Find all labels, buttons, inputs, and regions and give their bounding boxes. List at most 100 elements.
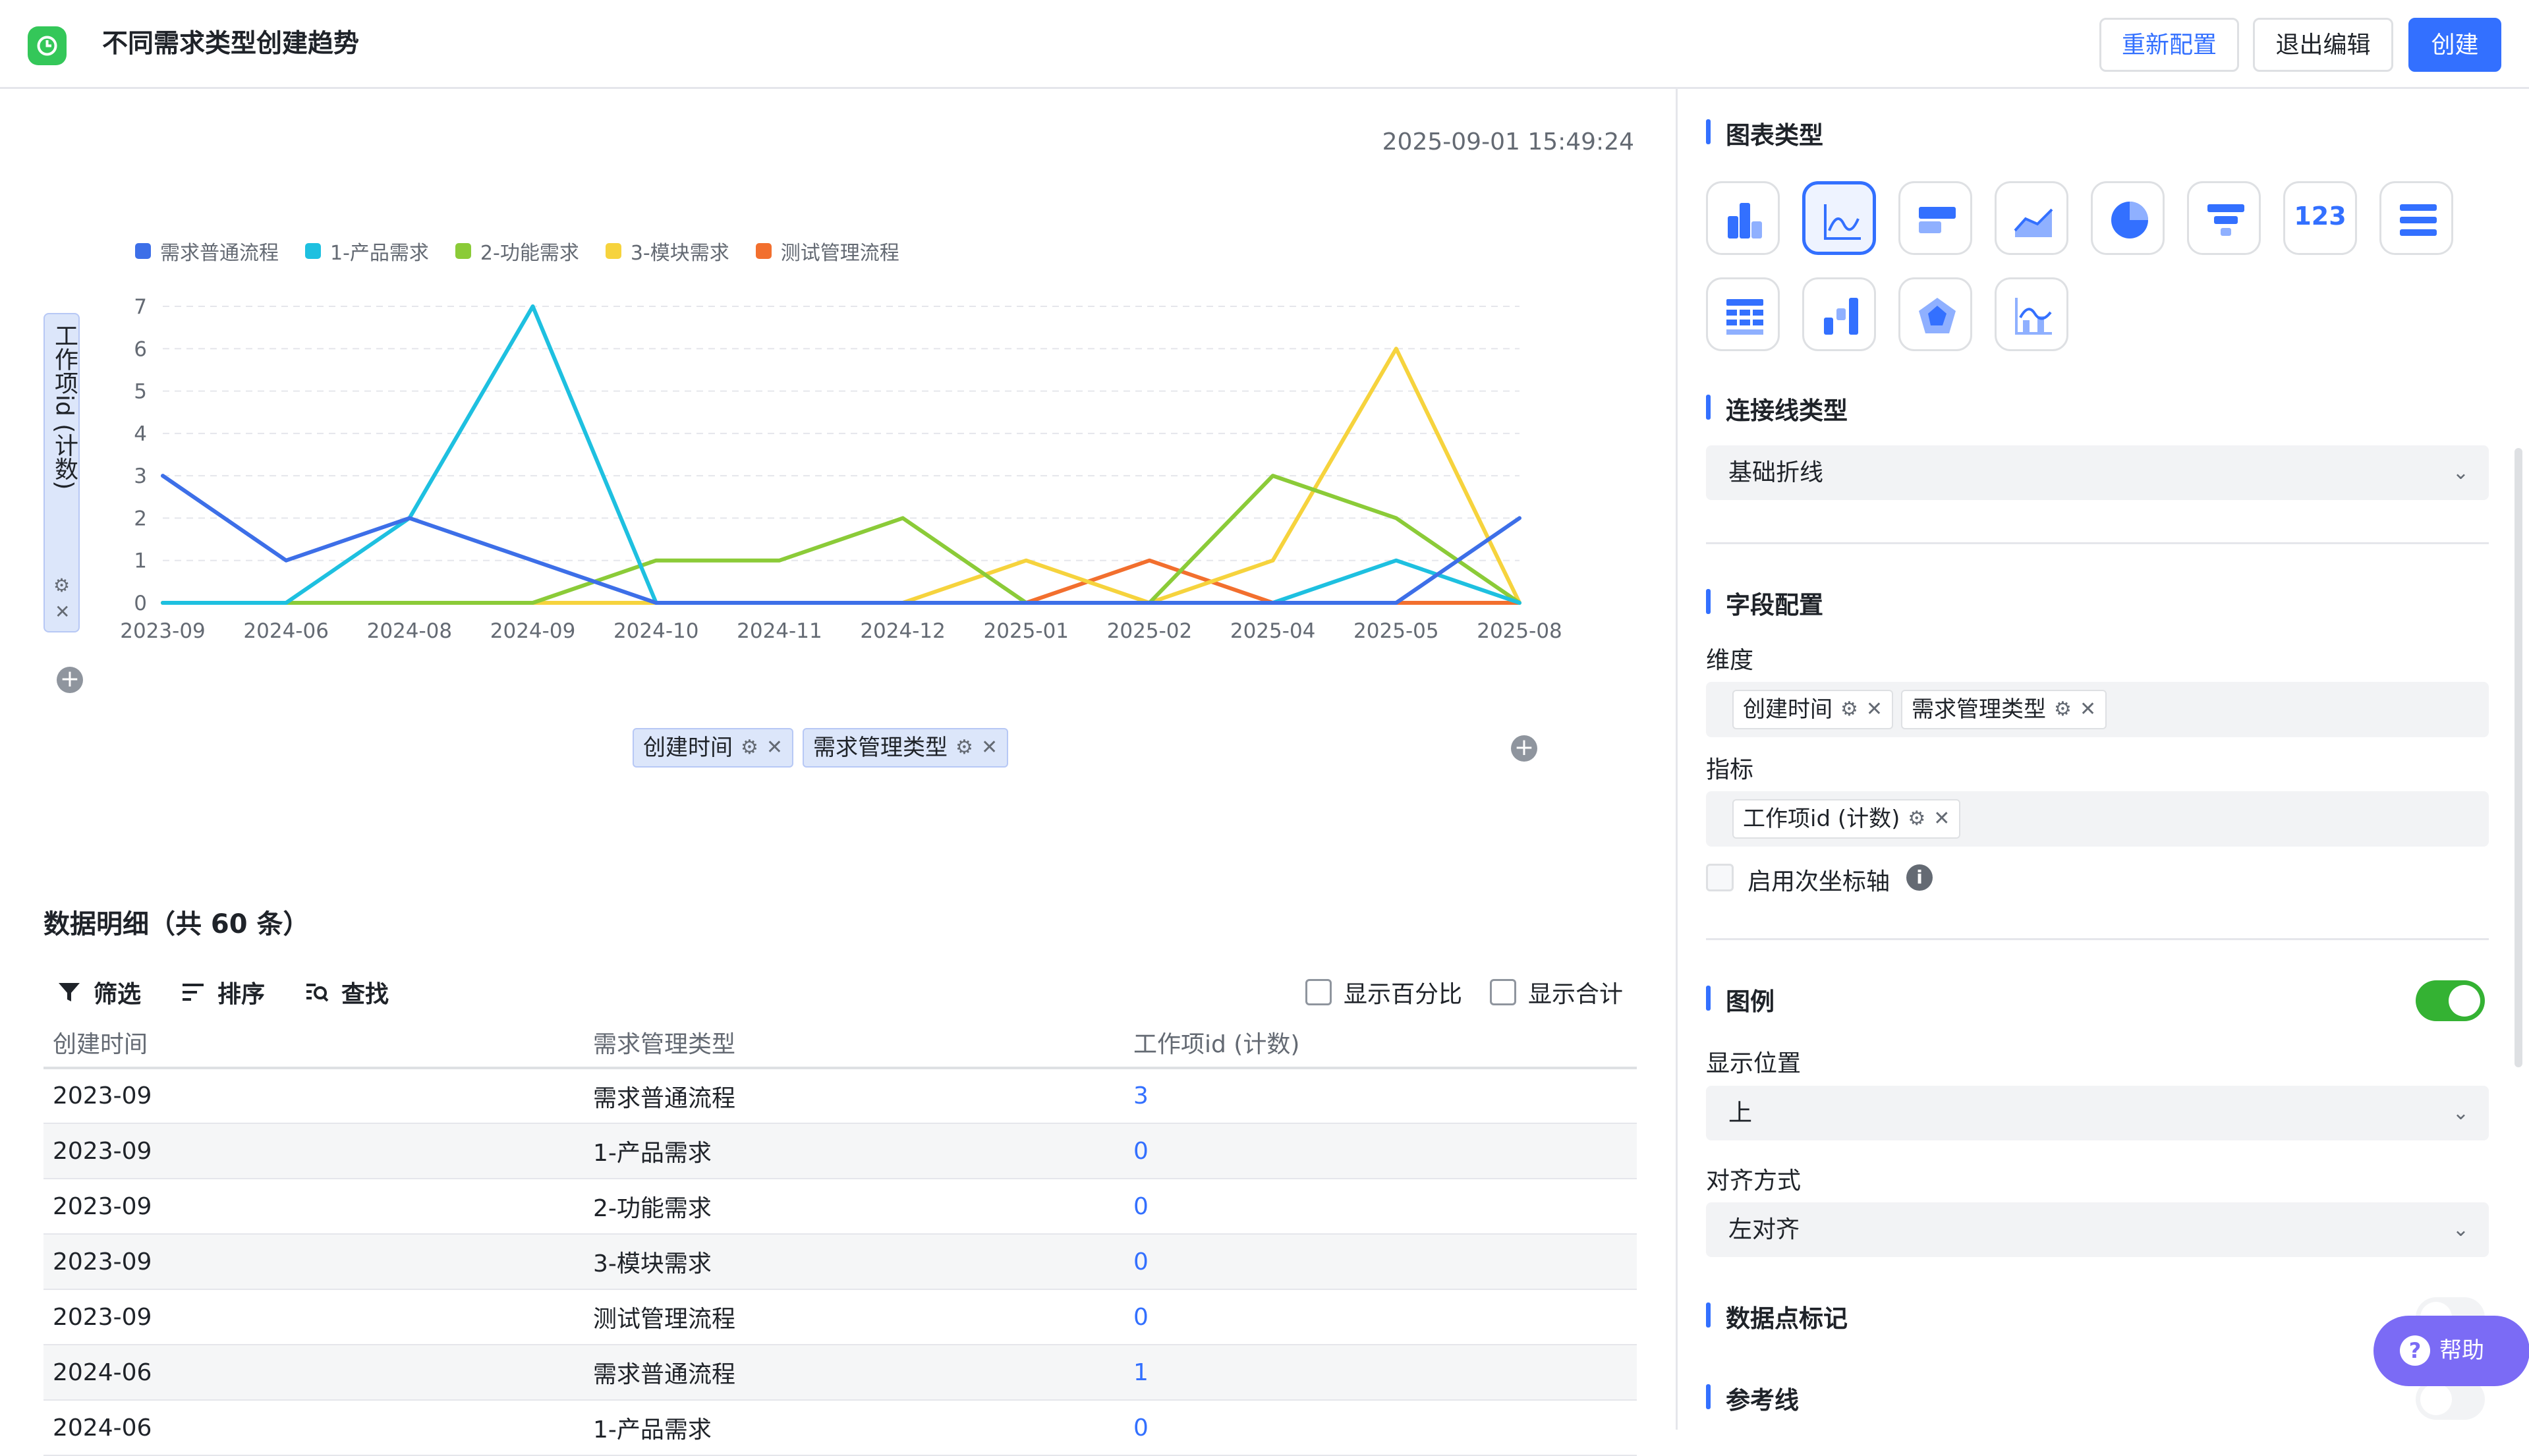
x-field-chip[interactable]: 需求管理类型 ⚙ ✕ xyxy=(803,728,1009,768)
close-icon[interactable]: ✕ xyxy=(2080,691,2096,728)
x-tick-label: 2024-10 xyxy=(613,619,699,643)
info-icon[interactable]: i xyxy=(1906,864,1933,891)
dimension-chip[interactable]: 需求管理类型 ⚙ ✕ xyxy=(1901,690,2107,729)
table-cell-value[interactable]: 0 xyxy=(1124,1289,1637,1345)
y-tick-label: 3 xyxy=(134,464,147,488)
chart-type-funnel-icon[interactable] xyxy=(2187,181,2261,255)
chart-type-line-icon[interactable] xyxy=(1802,181,1876,255)
close-icon[interactable]: ✕ xyxy=(1933,800,1950,837)
x-tick-label: 2024-12 xyxy=(860,619,946,643)
column-header[interactable]: 创建时间 xyxy=(43,1018,584,1069)
y-axis-field-chip[interactable]: 工作项id (计数) ⚙ ✕ xyxy=(43,313,80,632)
table-cell-value[interactable]: 0 xyxy=(1124,1400,1637,1456)
x-axis-field-chips: 创建时间 ⚙ ✕ 需求管理类型 ⚙ ✕ xyxy=(633,728,1009,768)
column-header[interactable]: 工作项id (计数) xyxy=(1124,1018,1637,1069)
chevron-down-icon: ⌄ xyxy=(2452,461,2469,484)
help-icon: ? xyxy=(2400,1335,2430,1366)
chart-type-waterfall-icon[interactable] xyxy=(1802,277,1876,351)
find-label: 查找 xyxy=(341,981,389,1008)
y-tick-label: 5 xyxy=(134,380,147,404)
table-cell-value[interactable]: 3 xyxy=(1124,1068,1637,1124)
chart-type-combo-icon[interactable] xyxy=(1995,277,2068,351)
gear-icon[interactable]: ⚙ xyxy=(741,729,758,766)
table-cell: 2023-09 xyxy=(43,1289,584,1345)
gear-icon[interactable]: ⚙ xyxy=(2054,691,2072,728)
settings-scrollbar[interactable] xyxy=(2515,448,2522,1067)
data-detail-title: 数据明细（共 60 条） xyxy=(43,909,310,939)
help-button[interactable]: ? 帮助 xyxy=(2373,1316,2529,1386)
chart-type-pie-icon[interactable] xyxy=(2091,181,2165,255)
table-cell-value[interactable]: 0 xyxy=(1124,1234,1637,1290)
legend-align-select[interactable]: 左对齐 ⌄ xyxy=(1706,1202,2489,1257)
table-cell-value[interactable]: 1 xyxy=(1124,1345,1637,1401)
chart-type-table-icon[interactable] xyxy=(1706,277,1780,351)
show-percent-checkbox[interactable]: 显示百分比 xyxy=(1305,975,1462,1009)
chevron-down-icon: ⌄ xyxy=(2452,1218,2469,1241)
x-field-chip[interactable]: 创建时间 ⚙ ✕ xyxy=(633,728,794,768)
table-cell-value[interactable]: 0 xyxy=(1124,1123,1637,1179)
secondary-axis-checkbox[interactable] xyxy=(1706,864,1734,891)
find-button[interactable]: 查找 xyxy=(304,975,389,1009)
field-config-title: 字段配置 xyxy=(1706,585,1823,621)
legend-position-select[interactable]: 上 ⌄ xyxy=(1706,1086,2489,1140)
close-icon[interactable]: ✕ xyxy=(1866,691,1883,728)
checkbox-box[interactable] xyxy=(1489,979,1516,1005)
series-line xyxy=(161,304,1521,605)
chart-type-number-icon[interactable]: 123 xyxy=(2283,181,2357,255)
exit-edit-button[interactable]: 退出编辑 xyxy=(2253,18,2393,72)
position-label: 显示位置 xyxy=(1706,1050,1802,1077)
line-type-select[interactable]: 基础折线 ⌄ xyxy=(1706,445,2489,500)
y-tick-label: 0 xyxy=(134,592,147,615)
create-button[interactable]: 创建 xyxy=(2408,18,2501,72)
x-tick-label: 2025-04 xyxy=(1230,619,1316,643)
chart-type-column-icon[interactable] xyxy=(1706,181,1780,255)
filter-button[interactable]: 筛选 xyxy=(57,975,141,1009)
dimension-chip[interactable]: 创建时间 ⚙ ✕ xyxy=(1732,690,1894,729)
line-chart: 0 1 2 3 4 5 6 7 2023-09 2024-06 2024-08 2024-09 2024… xyxy=(120,295,1562,643)
table-row: 2023-09 测试管理流程 0 xyxy=(43,1289,1637,1345)
dimension-chip-label: 创建时间 xyxy=(1743,696,1833,723)
chart-type-title: 图表类型 xyxy=(1706,115,1823,151)
metric-field-box[interactable]: 工作项id (计数) ⚙ ✕ xyxy=(1706,791,2489,847)
x-field-chip-label: 需求管理类型 xyxy=(813,735,948,761)
close-icon[interactable]: ✕ xyxy=(766,729,783,766)
reconfigure-button[interactable]: 重新配置 xyxy=(2099,18,2239,72)
legend-align-value: 左对齐 xyxy=(1728,1216,1800,1243)
gear-icon[interactable]: ⚙ xyxy=(1908,800,1925,837)
help-label: 帮助 xyxy=(2439,1337,2484,1364)
add-x-field-icon[interactable]: + xyxy=(1511,735,1537,762)
y-field-remove-icon[interactable]: ✕ xyxy=(55,601,70,623)
top-bar: 不同需求类型创建趋势 重新配置 退出编辑 创建 xyxy=(0,0,2529,89)
table-cell: 2024-06 xyxy=(43,1400,584,1456)
table-cell: 1-产品需求 xyxy=(584,1123,1124,1179)
table-cell-value[interactable]: 0 xyxy=(1124,1179,1637,1235)
metric-chip-label: 工作项id (计数) xyxy=(1743,806,1900,832)
metric-label: 指标 xyxy=(1706,756,1754,783)
reference-line-title: 参考线 xyxy=(1706,1380,1799,1416)
add-y-field-icon[interactable]: + xyxy=(57,667,83,693)
y-field-settings-icon[interactable]: ⚙ xyxy=(53,574,70,596)
gear-icon[interactable]: ⚙ xyxy=(1840,691,1858,728)
table-cell: 3-模块需求 xyxy=(584,1234,1124,1290)
chart-type-area-icon[interactable] xyxy=(1995,181,2068,255)
dimension-field-box[interactable]: 创建时间 ⚙ ✕ 需求管理类型 ⚙ ✕ xyxy=(1706,682,2489,737)
chart-type-bar-icon[interactable] xyxy=(1898,181,1972,255)
metric-chip[interactable]: 工作项id (计数) ⚙ ✕ xyxy=(1732,799,1961,839)
legend-toggle[interactable] xyxy=(2416,980,2485,1021)
filter-label: 筛选 xyxy=(94,981,142,1008)
chart-type-radar-icon[interactable] xyxy=(1898,277,1972,351)
table-row: 2023-09 1-产品需求 0 xyxy=(43,1123,1637,1179)
show-total-checkbox[interactable]: 显示合计 xyxy=(1489,975,1623,1009)
sort-button[interactable]: 排序 xyxy=(181,975,265,1009)
x-tick-label: 2025-05 xyxy=(1353,619,1439,643)
line-type-title: 连接线类型 xyxy=(1706,391,1848,426)
chart-type-list-icon[interactable] xyxy=(2379,181,2453,255)
column-header[interactable]: 需求管理类型 xyxy=(584,1018,1124,1069)
gear-icon[interactable]: ⚙ xyxy=(955,729,973,766)
series-line xyxy=(161,558,1521,605)
close-icon[interactable]: ✕ xyxy=(981,729,998,766)
table-cell: 2023-09 xyxy=(43,1068,584,1124)
checkbox-box[interactable] xyxy=(1305,979,1332,1005)
x-tick-label: 2025-08 xyxy=(1477,619,1562,643)
x-tick-label: 2024-09 xyxy=(490,619,576,643)
